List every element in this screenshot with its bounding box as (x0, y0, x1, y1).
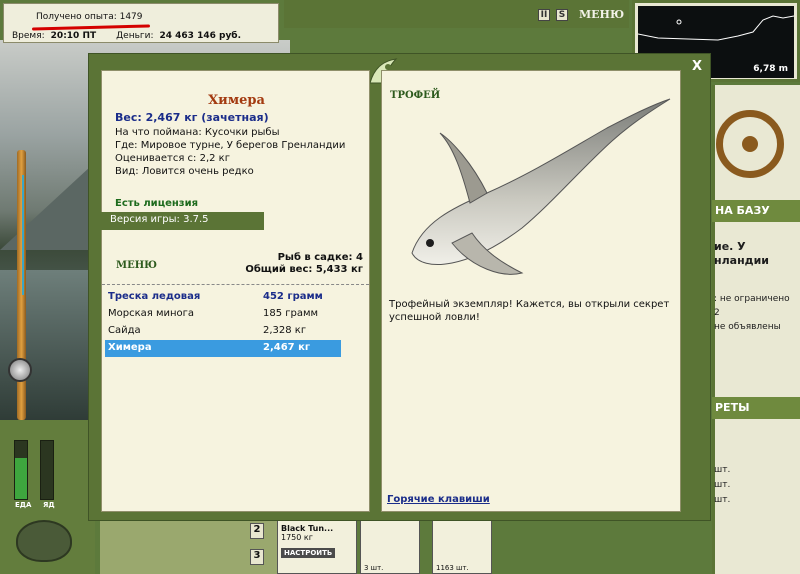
fish-weight: Вес: 2,467 кг (зачетная) (115, 111, 269, 124)
slot-2-button[interactable]: 2 (250, 523, 264, 539)
food-bar-fill (15, 458, 27, 499)
bait-slot[interactable]: 1163 шт. (432, 520, 492, 574)
catch-list-row[interactable]: Морская минога 185 грамм (105, 306, 341, 323)
main-menu-button[interactable]: МЕНЮ (579, 8, 624, 21)
poison-bar (40, 440, 54, 500)
dialog-menu-button[interactable]: МЕНЮ (116, 260, 157, 271)
secrets-label: РЕТЫ (715, 401, 750, 414)
pause-button[interactable]: II (538, 9, 550, 21)
trophy-pane: ТРОФЕЙ Трофейный экземпляр! Кажется, вы … (381, 70, 681, 512)
chimera-fish-image (411, 98, 671, 275)
time-money-row: Время: 20:10 ПТ Деньги: 24 463 146 руб. (12, 31, 278, 41)
pot-icon[interactable] (16, 520, 72, 562)
to-base-button[interactable]: НА БАЗУ (712, 200, 800, 222)
location-text: Где: Мировое турне, У берегов Гренландии (115, 140, 346, 151)
secrets-button[interactable]: РЕТЫ (712, 397, 800, 419)
bait-name: Black Tun... (281, 524, 334, 533)
count-partial: 2 (714, 308, 720, 318)
catch-fish-name: Сайда (108, 325, 141, 336)
catch-fish-name: Морская минога (108, 308, 195, 319)
location-partial-1: ие. У (714, 240, 746, 253)
reel-icon[interactable] (8, 358, 32, 382)
bait-weight: 1750 кг (281, 533, 313, 542)
trophy-message: Трофейный экземпляр! Кажется, вы открыли… (389, 299, 670, 323)
poison-label: ЯД (43, 501, 55, 509)
slot-3-button[interactable]: 3 (250, 549, 264, 565)
pieces-partial-3: шт. (714, 495, 731, 505)
depth-readout: 6,78 m (753, 64, 788, 74)
time-label: Время: (12, 31, 45, 41)
location-partial-2: нландии (714, 254, 769, 267)
hook-count: 3 шт. (364, 564, 384, 572)
top-toolbar: II S (284, 0, 629, 28)
divider (102, 284, 369, 285)
license-text: Есть лицензия (115, 198, 199, 209)
food-label: ЕДА (15, 501, 32, 509)
license-partial: : не ограничено (714, 294, 790, 304)
close-button[interactable]: X (692, 59, 702, 74)
species-text: Вид: Ловится очень редко (115, 166, 254, 177)
announce-partial: не объявлены (714, 322, 781, 332)
caught-on-text: На что поймана: Кусочки рыбы (115, 127, 280, 138)
status-panel: Получено опыта: 1479 Время: 20:10 ПТ Ден… (3, 3, 279, 43)
game-version: Версия игры: 3.7.5 (101, 212, 264, 230)
catch-fish-weight: 2,467 кг (263, 342, 311, 353)
bait-card[interactable]: Black Tun... 1750 кг НАСТРОИТЬ (277, 520, 357, 574)
red-underline-mark (31, 24, 151, 31)
time-value: 20:10 ПТ (50, 31, 97, 41)
keepnet-weight: Общий вес: 5,433 кг (245, 264, 363, 275)
catch-list-row[interactable]: Химера 2,467 кг (105, 340, 341, 357)
fish-name: Химера (208, 93, 265, 108)
catch-list-row[interactable]: Треска ледовая 452 грамм (105, 289, 341, 306)
food-bar (14, 440, 28, 500)
keepnet-summary: Рыб в садке: 4 Общий вес: 5,433 кг (245, 252, 363, 276)
pieces-partial-2: шт. (714, 480, 731, 490)
catch-fish-weight: 452 грамм (263, 291, 323, 302)
catch-fish-name: Химера (108, 342, 152, 353)
pieces-partial-1: шт. (714, 465, 731, 475)
bait-count: 1163 шт. (436, 564, 469, 572)
setup-button[interactable]: НАСТРОИТЬ (281, 548, 336, 558)
ship-wheel-hub (742, 136, 758, 152)
money-label: Деньги: (116, 31, 154, 41)
xp-text: Получено опыта: 1479 (36, 12, 143, 22)
catch-list-row[interactable]: Сайда 2,328 кг (105, 323, 341, 340)
hotkeys-link[interactable]: Горячие клавиши (387, 494, 490, 505)
to-base-label: НА БАЗУ (715, 204, 770, 217)
fishing-line (22, 175, 24, 295)
catch-list: Треска ледовая 452 грамм Морская минога 185… (105, 289, 341, 357)
keepnet-count: Рыб в садке: 4 (277, 252, 363, 263)
value-text: Оценивается с: 2,2 кг (115, 153, 230, 164)
fish-details-pane: Химера Вес: 2,467 кг (зачетная) На что п… (101, 70, 370, 512)
catch-fish-name: Треска ледовая (108, 291, 201, 302)
hook-slot[interactable]: 3 шт. (360, 520, 420, 574)
money-value: 24 463 146 руб. (159, 31, 242, 41)
sound-button[interactable]: S (556, 9, 568, 21)
catch-fish-weight: 2,328 кг (263, 325, 307, 336)
catch-fish-weight: 185 грамм (263, 308, 319, 319)
